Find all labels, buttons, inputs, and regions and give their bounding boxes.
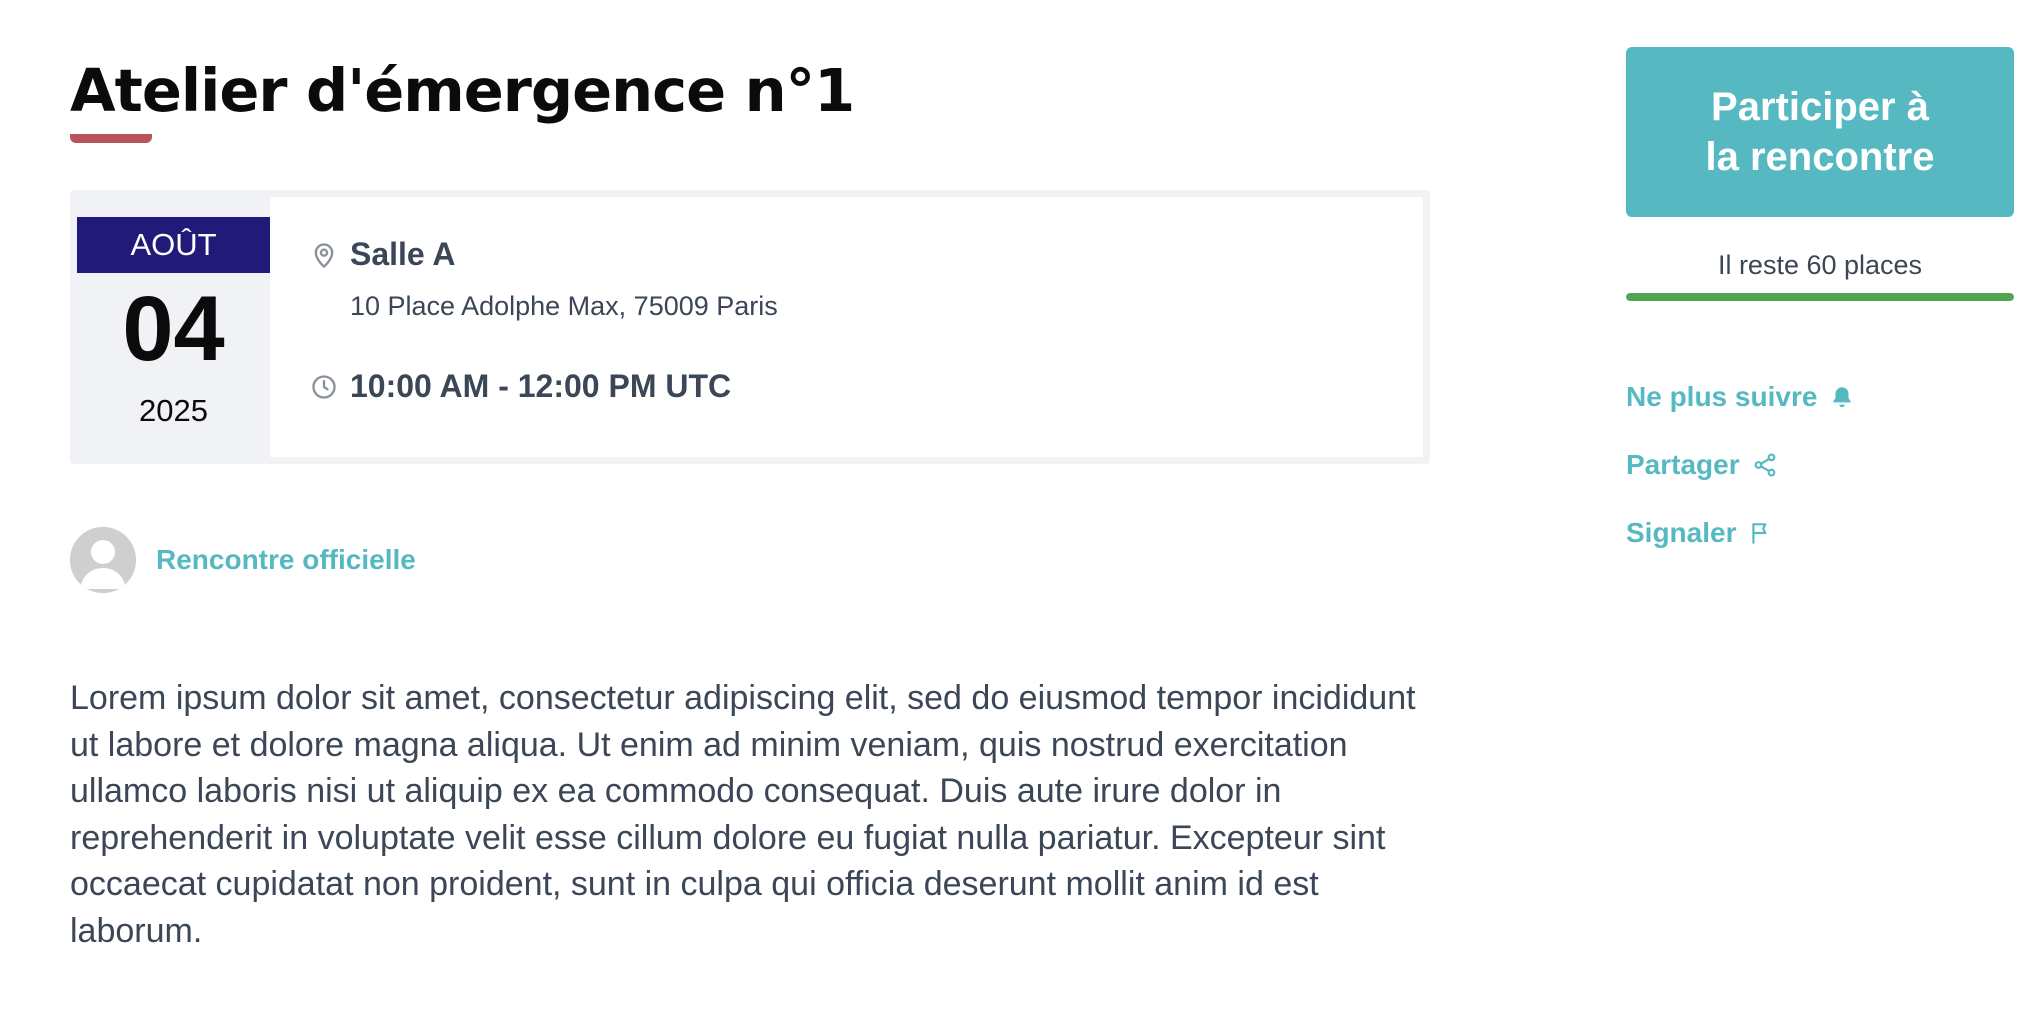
flag-icon [1748,520,1774,546]
join-button-line2: la rencontre [1705,135,1935,179]
join-button-line1: Participer à [1711,85,1929,129]
share-label: Partager [1626,449,1740,480]
avatar[interactable] [70,527,136,593]
date-block: AOÛT 04 2025 [77,197,270,457]
event-time: 10:00 AM - 12:00 PM UTC [350,368,732,404]
date-year: 2025 [139,393,208,428]
map-pin-icon [310,241,338,269]
event-description: Lorem ipsum dolor sit amet, consectetur … [70,679,1416,950]
event-main: Atelier d'émergence n°1 AOÛT 04 2025 Sal… [70,48,1430,988]
clock-icon [310,373,338,401]
places-remaining: Il reste 60 places [1717,250,1923,280]
bell-icon [1829,384,1855,410]
share-link[interactable]: Partager [1626,449,2014,481]
time-row: 10:00 AM - 12:00 PM UTC [310,368,778,405]
title-underline [70,134,152,143]
report-label: Signaler [1626,517,1737,548]
event-title: Atelier d'émergence n°1 [70,56,855,125]
location-address: 10 Place Adolphe Max, 75009 Paris [350,291,778,321]
event-info: Salle A 10 Place Adolphe Max, 75009 Pari… [270,197,778,457]
organizer-link[interactable]: Rencontre officielle [156,544,416,576]
date-day: 04 [122,278,225,380]
location-name: Salle A [350,236,456,272]
unfollow-link[interactable]: Ne plus suivre [1626,381,2014,413]
report-link[interactable]: Signaler [1626,517,2014,549]
location-row: Salle A [310,236,778,273]
places-progress-fill [1626,293,2014,301]
event-card: AOÛT 04 2025 Salle A 10 Place Adolphe Ma… [70,190,1430,464]
join-meeting-button[interactable]: Participer à la rencontre [1626,47,2014,217]
places-progress-bar [1626,293,2014,301]
unfollow-label: Ne plus suivre [1626,381,1818,412]
share-icon [1752,452,1778,478]
organizer: Rencontre officielle [70,527,1430,593]
date-month: AOÛT [77,217,270,273]
event-sidebar: Participer à la rencontre Il reste 60 pl… [1626,47,2014,549]
